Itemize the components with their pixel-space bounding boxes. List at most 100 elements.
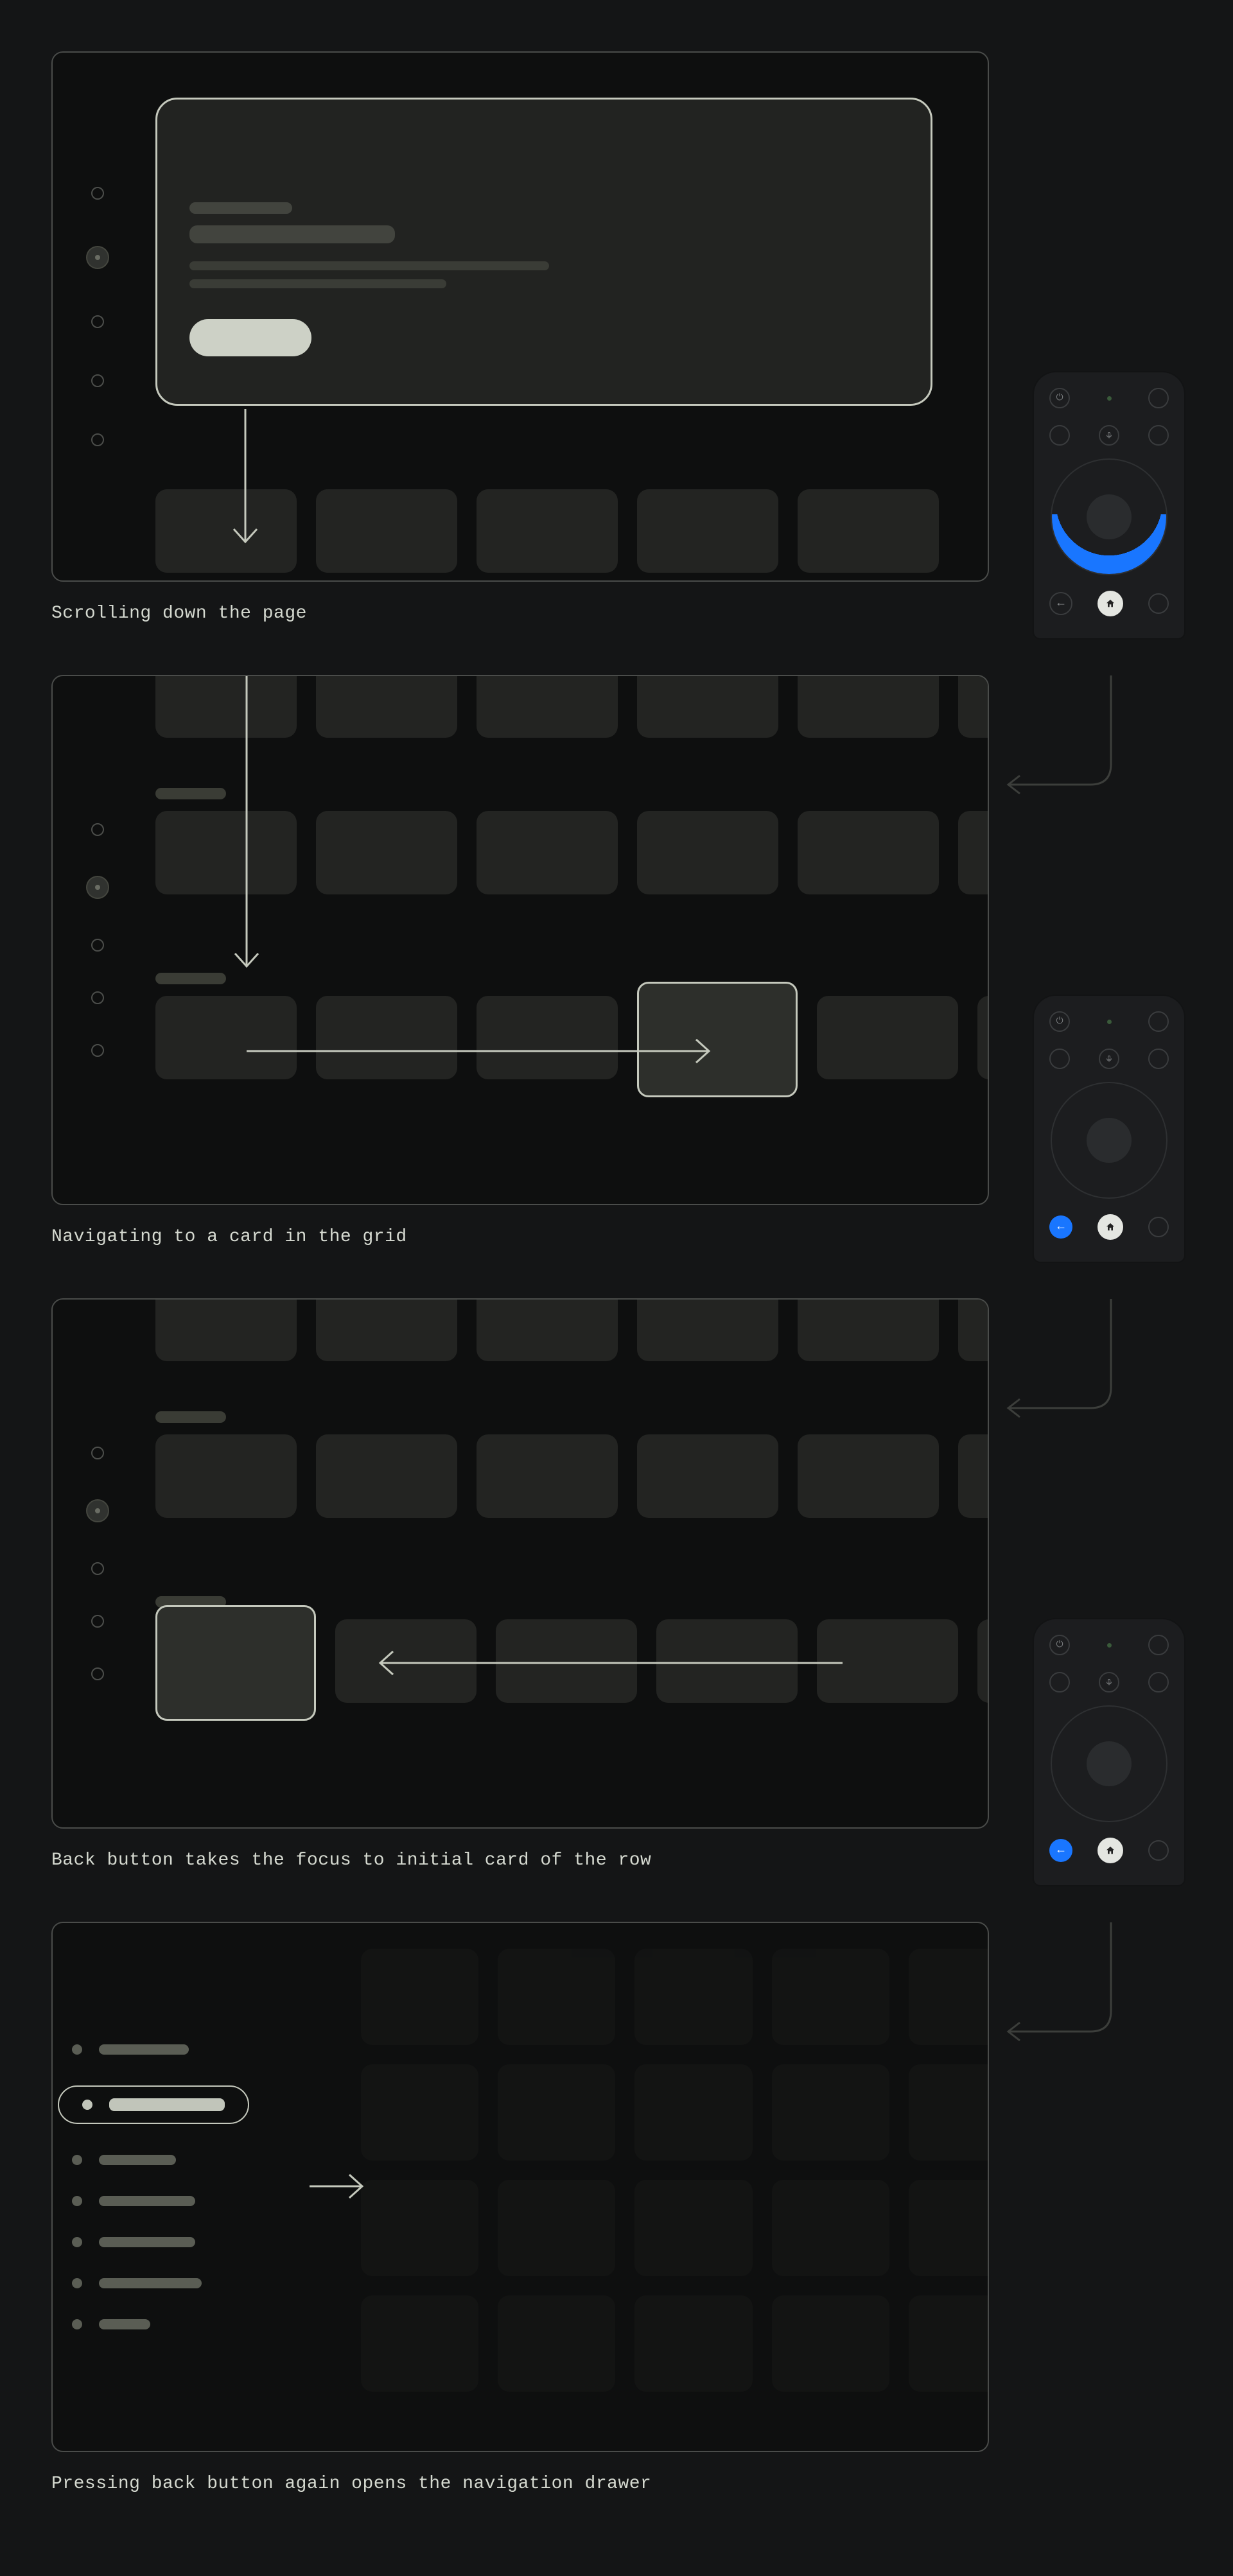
remote-button[interactable]	[1049, 425, 1070, 446]
dpad-ok-button[interactable]	[1087, 1741, 1132, 1786]
content-card[interactable]	[155, 1434, 297, 1518]
mic-button[interactable]	[1099, 1049, 1119, 1069]
content-card[interactable]	[335, 1619, 477, 1703]
content-card[interactable]	[477, 675, 618, 738]
power-button[interactable]: ⏻	[1049, 1011, 1070, 1032]
nav-dot[interactable]	[91, 1447, 104, 1459]
nav-dot[interactable]	[91, 1667, 104, 1680]
nav-drawer-item[interactable]	[72, 2196, 249, 2206]
content-card[interactable]	[798, 675, 939, 738]
nav-dot[interactable]	[91, 315, 104, 328]
content-card[interactable]	[477, 996, 618, 1079]
content-card[interactable]	[637, 675, 778, 738]
remote-button[interactable]	[1148, 1840, 1169, 1861]
back-button-highlighted[interactable]: ←	[1049, 1215, 1072, 1239]
remote-led-icon	[1107, 1020, 1112, 1024]
dpad[interactable]	[1051, 1082, 1167, 1199]
home-button[interactable]	[1097, 1214, 1123, 1240]
content-card[interactable]	[477, 811, 618, 894]
remote-button[interactable]	[1148, 1672, 1169, 1693]
content-card[interactable]	[637, 1298, 778, 1361]
remote-button[interactable]	[1148, 425, 1169, 446]
sidebar-nav-dots	[91, 53, 109, 580]
nav-drawer-item[interactable]	[72, 2237, 249, 2247]
content-card[interactable]	[155, 996, 297, 1079]
content-card[interactable]	[798, 1298, 939, 1361]
content-card[interactable]	[477, 1434, 618, 1518]
nav-dot[interactable]	[91, 433, 104, 446]
content-card[interactable]	[316, 489, 457, 573]
nav-dot[interactable]	[91, 939, 104, 952]
mic-button[interactable]	[1099, 1672, 1119, 1693]
nav-dot[interactable]	[91, 1615, 104, 1628]
dpad[interactable]	[1051, 458, 1167, 575]
content-card[interactable]	[798, 811, 939, 894]
content-card[interactable]	[958, 811, 989, 894]
home-button[interactable]	[1097, 591, 1123, 616]
nav-dot[interactable]	[91, 374, 104, 387]
content-card[interactable]	[798, 1434, 939, 1518]
nav-drawer-item-active[interactable]	[58, 2085, 249, 2124]
power-button[interactable]: ⏻	[1049, 388, 1070, 408]
nav-drawer-item[interactable]	[72, 2278, 249, 2288]
caption-panel-3: Back button takes the focus to initial c…	[51, 1850, 1182, 1870]
nav-dot[interactable]	[91, 1562, 104, 1575]
content-card[interactable]	[316, 811, 457, 894]
remote-button[interactable]	[1148, 593, 1169, 614]
remote-aux-button[interactable]	[1148, 1011, 1169, 1032]
content-card[interactable]	[316, 1434, 457, 1518]
mic-button[interactable]	[1099, 425, 1119, 446]
content-card[interactable]	[637, 489, 778, 573]
content-card[interactable]	[958, 1434, 989, 1518]
content-card[interactable]	[637, 811, 778, 894]
remote-button[interactable]	[1148, 1217, 1169, 1237]
remote-aux-button[interactable]	[1148, 388, 1169, 408]
content-card[interactable]	[958, 1298, 989, 1361]
content-card[interactable]	[656, 1619, 798, 1703]
content-card[interactable]	[155, 675, 297, 738]
nav-dot-active[interactable]	[86, 246, 109, 269]
dpad[interactable]	[1051, 1705, 1167, 1822]
content-card[interactable]	[155, 489, 297, 573]
back-button[interactable]: ←	[1049, 592, 1072, 615]
content-card[interactable]	[316, 1298, 457, 1361]
content-card[interactable]	[817, 996, 958, 1079]
content-card[interactable]	[316, 675, 457, 738]
content-card[interactable]	[316, 996, 457, 1079]
content-card[interactable]	[798, 489, 939, 573]
nav-dot[interactable]	[91, 187, 104, 200]
content-card[interactable]	[977, 1619, 989, 1703]
dpad-ok-button[interactable]	[1087, 1118, 1132, 1163]
nav-dot[interactable]	[91, 823, 104, 836]
content-card-focused[interactable]	[155, 1605, 316, 1721]
content-card[interactable]	[477, 1298, 618, 1361]
nav-drawer-item[interactable]	[72, 2319, 249, 2329]
content-card[interactable]	[477, 489, 618, 573]
caption-panel-2: Navigating to a card in the grid	[51, 1227, 1182, 1247]
remote-aux-button[interactable]	[1148, 1635, 1169, 1655]
remote-button[interactable]	[1148, 1049, 1169, 1069]
content-card[interactable]	[155, 1298, 297, 1361]
nav-dot[interactable]	[91, 1044, 104, 1057]
nav-drawer-item[interactable]	[72, 2155, 249, 2165]
content-card[interactable]	[496, 1619, 637, 1703]
home-button[interactable]	[1097, 1838, 1123, 1863]
hero-title-placeholder	[189, 225, 395, 243]
content-card[interactable]	[637, 1434, 778, 1518]
content-card-focused[interactable]	[637, 982, 798, 1097]
content-card[interactable]	[958, 675, 989, 738]
content-card[interactable]	[155, 811, 297, 894]
content-card[interactable]	[817, 1619, 958, 1703]
power-button[interactable]: ⏻	[1049, 1635, 1070, 1655]
content-card[interactable]	[977, 996, 989, 1079]
remote-button[interactable]	[1049, 1049, 1070, 1069]
nav-dot-active[interactable]	[86, 876, 109, 899]
nav-drawer-item[interactable]	[72, 2044, 249, 2055]
hero-card-focused[interactable]	[155, 98, 932, 406]
nav-dot[interactable]	[91, 991, 104, 1004]
remote-button[interactable]	[1049, 1672, 1070, 1693]
hero-cta-button[interactable]	[189, 319, 311, 356]
back-button-highlighted[interactable]: ←	[1049, 1839, 1072, 1862]
nav-dot-active[interactable]	[86, 1499, 109, 1522]
dpad-ok-button[interactable]	[1087, 494, 1132, 539]
